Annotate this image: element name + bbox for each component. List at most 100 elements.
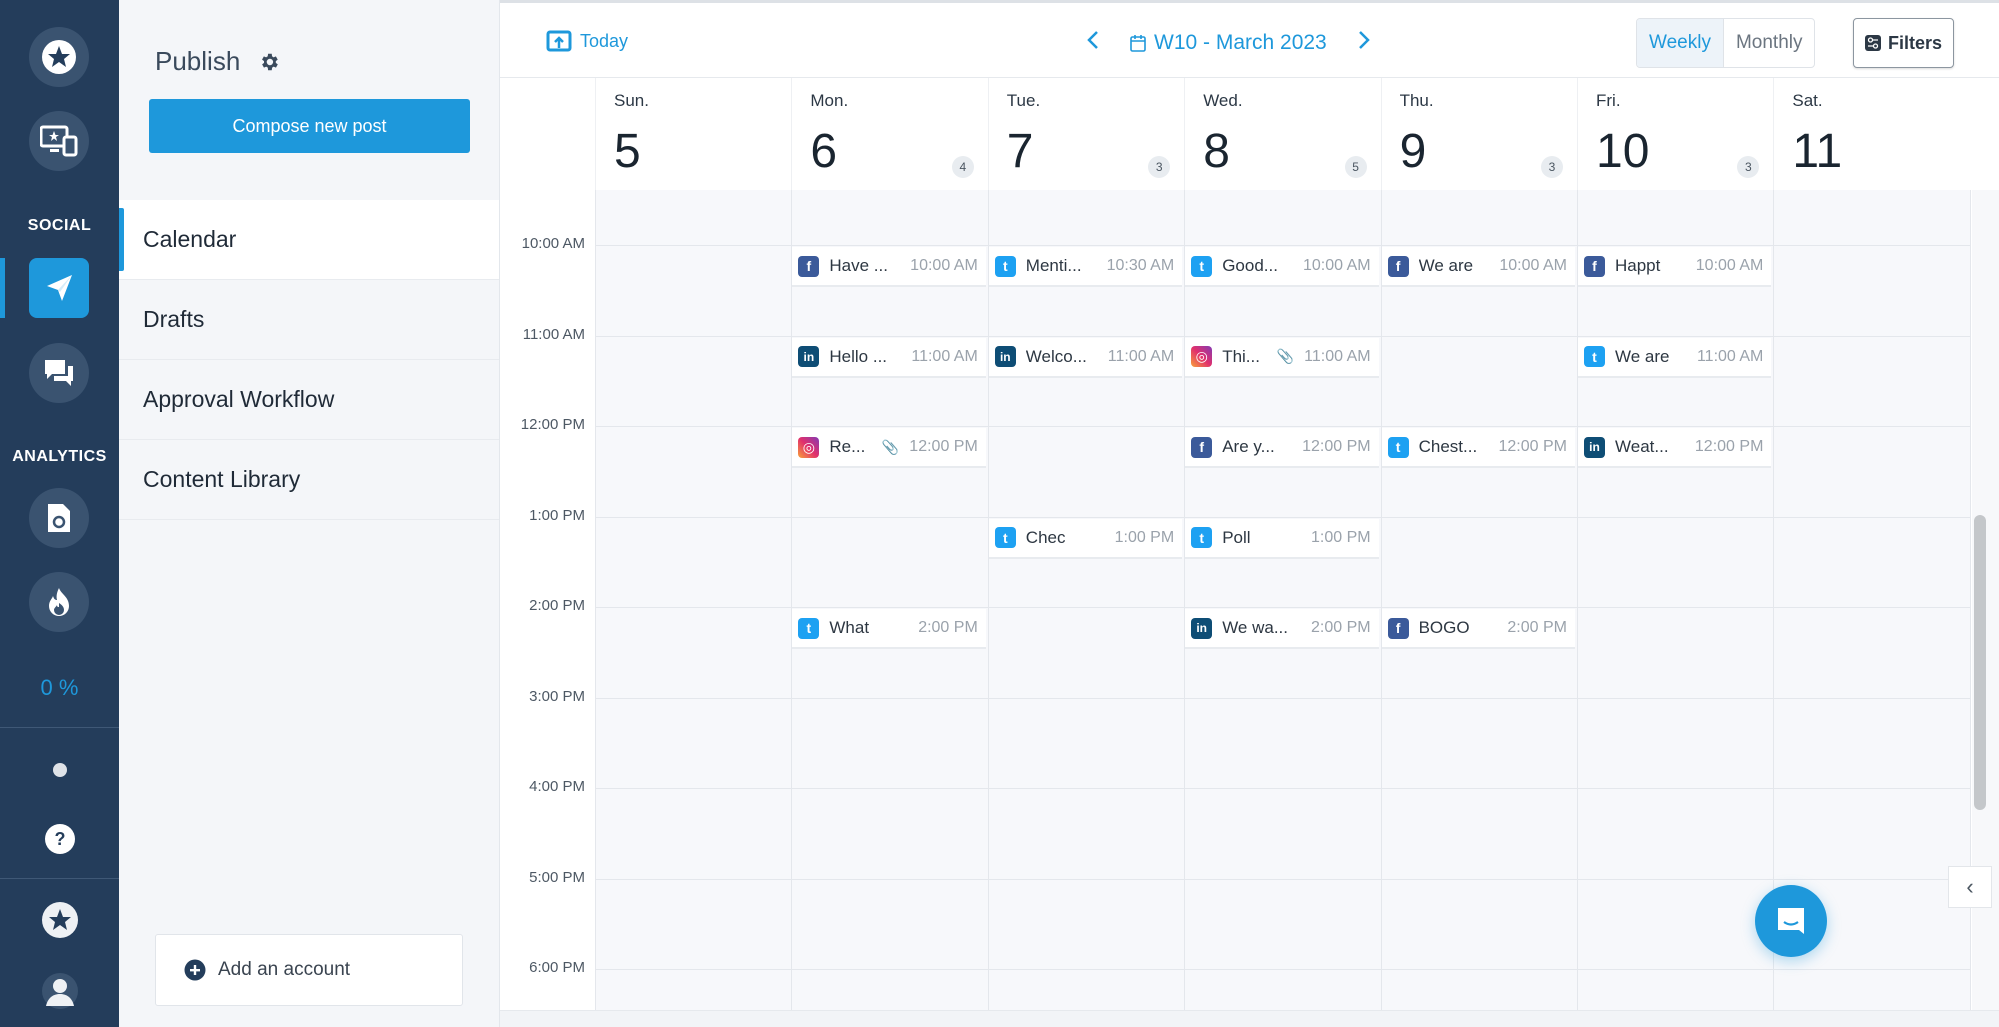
report-icon [48, 504, 70, 532]
week-picker[interactable]: W10 - March 2023 [1130, 31, 1327, 55]
grid-hour-line [595, 878, 1970, 880]
scheduled-post[interactable]: t Chest... 12:00 PM [1381, 428, 1575, 468]
scheduled-post[interactable]: in Welco... 11:00 AM [988, 337, 1183, 378]
scheduled-post[interactable]: t Poll 1:00 PM [1185, 518, 1379, 559]
filters-button[interactable]: Filters [1853, 18, 1954, 68]
scheduled-post[interactable]: f BOGO 2:00 PM [1381, 609, 1575, 649]
favorites-button[interactable] [29, 27, 89, 87]
upgrade-button[interactable] [0, 901, 119, 939]
view-monthly-button[interactable]: Monthly [1724, 19, 1815, 67]
dot-icon [52, 763, 67, 777]
status-dot-button[interactable] [0, 762, 119, 778]
publish-button[interactable] [29, 258, 89, 318]
collapse-panel-button[interactable]: ‹ [1948, 866, 1992, 908]
day-name: Wed. [1203, 91, 1243, 110]
calendar-toolbar: Today W10 - March 2023 Weekly Monthly Fi… [500, 0, 1999, 78]
post-time: 2:00 PM [1507, 619, 1567, 636]
grid-column-line [595, 190, 596, 1010]
reports-button[interactable] [29, 488, 89, 548]
linkedin-icon: in [798, 346, 820, 367]
scheduled-post[interactable]: in We wa... 2:00 PM [1185, 609, 1379, 649]
time-label: 10:00 AM [521, 235, 585, 252]
section-label-social: SOCIAL [27, 217, 92, 234]
facebook-icon: f [1191, 436, 1213, 458]
post-title: Have ... [829, 256, 888, 275]
scheduled-post[interactable]: t We are 11:00 AM [1578, 337, 1772, 378]
post-count-badge: 3 [1148, 156, 1171, 178]
dashboard-button[interactable] [29, 111, 89, 171]
gear-icon[interactable] [258, 51, 280, 73]
grid-hour-line [595, 335, 1970, 337]
horizontal-scroll-area [500, 1010, 1999, 1027]
scheduled-post[interactable]: f We are 10:00 AM [1381, 247, 1575, 287]
linkedin-icon: in [1584, 436, 1605, 458]
scheduled-post[interactable]: t What 2:00 PM [792, 609, 986, 649]
nav-item-calendar[interactable]: Calendar [119, 200, 499, 280]
nav-item-approval-workflow[interactable]: Approval Workflow [119, 360, 499, 440]
day-date: 9 [1399, 125, 1427, 178]
add-account-label: Add an account [218, 959, 351, 980]
chat-bubbles-icon [45, 360, 73, 386]
post-title: Chec [1025, 527, 1066, 547]
today-button[interactable]: Today [546, 29, 628, 53]
post-title: Happt [1615, 256, 1661, 275]
plus-circle-icon [184, 959, 206, 981]
grid-hour-line [595, 788, 1970, 789]
time-label: 3:00 PM [529, 687, 585, 705]
scheduled-post[interactable]: f Are y... 12:00 PM [1185, 428, 1379, 468]
post-title: Good... [1222, 256, 1278, 275]
twitter-icon: t [1191, 527, 1213, 548]
post-time: 12:00 PM [1302, 438, 1371, 455]
rail-divider [0, 727, 119, 728]
support-chat-button[interactable] [1755, 885, 1827, 957]
day-header[interactable]: Wed. 8 5 [1184, 78, 1380, 190]
calendar-today-icon [546, 30, 572, 52]
scheduled-post[interactable]: t Menti... 10:30 AM [988, 247, 1183, 287]
scheduled-post[interactable]: f Happt 10:00 AM [1578, 247, 1772, 287]
scrollbar-thumb[interactable] [1974, 515, 1986, 810]
post-title: Poll [1222, 527, 1251, 547]
post-time: 11:00 AM [1107, 347, 1175, 365]
post-time: 2:00 PM [1310, 619, 1371, 636]
compose-new-post-button[interactable]: Compose new post [149, 99, 470, 153]
scheduled-post[interactable]: ◎ Thi... 📎 11:00 AM [1185, 337, 1379, 378]
filter-icon [1864, 35, 1881, 51]
add-account-button[interactable]: Add an account [155, 934, 463, 1006]
scheduled-post[interactable]: in Hello ... 11:00 AM [792, 337, 986, 378]
facebook-icon: f [798, 255, 820, 277]
scheduled-post[interactable]: in Weat... 12:00 PM [1578, 428, 1772, 468]
day-header[interactable]: Thu. 9 3 [1380, 78, 1577, 190]
trends-button[interactable] [29, 572, 89, 632]
day-header[interactable]: Tue. 7 3 [987, 78, 1184, 190]
post-title: Re... [829, 437, 866, 456]
attachment-icon: 📎 [881, 438, 900, 455]
day-header[interactable]: Sun. 5 [595, 78, 791, 190]
day-name: Tue. [1006, 91, 1041, 110]
post-title: Hello ... [829, 346, 888, 366]
twitter-icon: t [798, 617, 820, 639]
help-button[interactable]: ? [0, 823, 119, 855]
time-label: 5:00 PM [529, 868, 585, 886]
week-label: W10 - March 2023 [1154, 31, 1327, 54]
day-header[interactable]: Sat. 11 [1773, 78, 1969, 190]
day-header[interactable]: Fri. 10 3 [1577, 78, 1773, 190]
prev-week-button[interactable] [1086, 29, 1100, 57]
scheduled-post[interactable]: t Good... 10:00 AM [1185, 247, 1379, 287]
time-label: 12:00 PM [520, 416, 585, 433]
post-time: 12:00 PM [909, 438, 978, 455]
scheduled-post[interactable]: ◎ Re... 📎 12:00 PM [792, 428, 986, 468]
svg-text:?: ? [54, 829, 65, 849]
nav-item-drafts[interactable]: Drafts [119, 280, 499, 360]
scheduled-post[interactable]: t Chec 1:00 PM [988, 518, 1183, 559]
nav-item-content-library[interactable]: Content Library [119, 440, 499, 520]
view-weekly-button[interactable]: Weekly [1637, 19, 1724, 67]
chevron-right-icon [1358, 31, 1370, 49]
engagement-button[interactable] [29, 343, 89, 403]
grid-column-line [987, 190, 989, 1010]
post-time: 1:00 PM [1310, 528, 1371, 546]
next-week-button[interactable] [1357, 29, 1371, 57]
scheduled-post[interactable]: f Have ... 10:00 AM [792, 247, 986, 287]
day-header[interactable]: Mon. 6 4 [791, 78, 987, 190]
profile-button[interactable] [0, 972, 119, 1010]
linkedin-icon: in [994, 346, 1016, 367]
